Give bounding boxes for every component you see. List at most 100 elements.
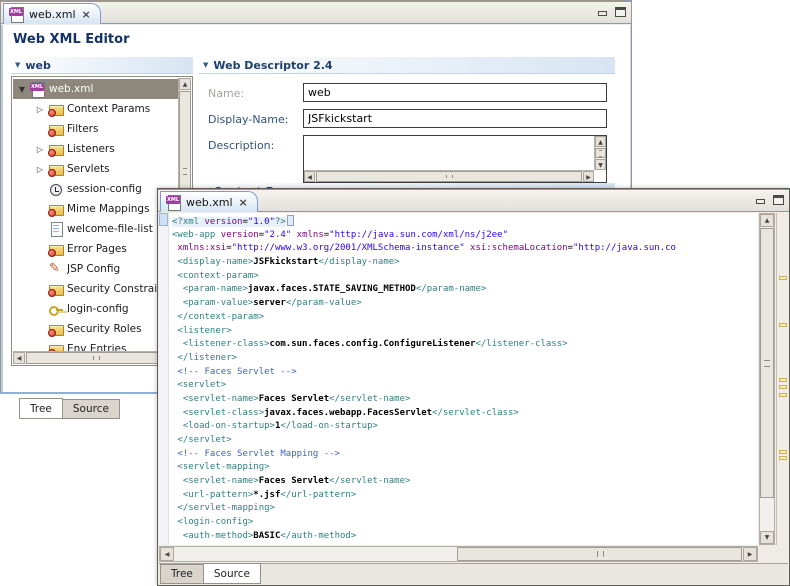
code-line[interactable]: </servlet-mapping> [172, 502, 758, 516]
code-line[interactable]: <?xml version="1.0"?> [172, 215, 758, 229]
collapsed-expander-icon[interactable]: ▷ [35, 145, 45, 154]
code-line[interactable]: xmlns:xsi="http://www.w3.org/2001/XMLSch… [172, 242, 758, 256]
tree-item-session-config[interactable]: session-config [13, 179, 178, 199]
collapsed-expander-icon[interactable]: ▷ [35, 105, 45, 114]
tree-item-label: web.xml [49, 83, 93, 95]
code-line[interactable]: <servlet-mapping> [172, 461, 758, 475]
code-line[interactable]: <param-name>javax.faces.STATE_SAVING_MET… [172, 283, 758, 297]
tree-item-filters[interactable]: Filters [13, 119, 178, 139]
code-line[interactable]: <listener> [172, 325, 758, 339]
scroll-up-icon[interactable] [179, 78, 191, 90]
code-line[interactable]: <servlet> [172, 379, 758, 393]
annotation-mark[interactable] [779, 456, 787, 460]
code-line[interactable]: <!-- Faces Servlet Mapping --> [172, 448, 758, 462]
tab-tree[interactable]: Tree [160, 564, 204, 584]
tree-item-login-config[interactable]: login-config [13, 299, 178, 319]
close-tab-icon[interactable]: × [82, 8, 91, 21]
description-vertical-scrollbar[interactable] [594, 136, 606, 170]
tree-item-welcome-file-list[interactable]: welcome-file-list [13, 219, 178, 239]
tab-source[interactable]: Source [62, 399, 120, 419]
folder-icon [48, 242, 64, 257]
close-tab-icon[interactable]: × [239, 196, 248, 209]
tree-item-listeners[interactable]: ▷ Listeners [13, 139, 178, 159]
collapsed-expander-icon[interactable]: ▷ [35, 165, 45, 174]
tree-horizontal-scrollbar[interactable] [13, 351, 178, 364]
scrollbar-thumb[interactable] [760, 228, 774, 498]
scrollbar-thumb[interactable] [26, 352, 166, 364]
tree-item-security-constraints[interactable]: Security Constraints [13, 279, 178, 299]
scroll-down-icon[interactable] [760, 531, 774, 544]
tree-item-label: Env Entries [67, 343, 126, 351]
annotation-mark[interactable] [779, 450, 787, 454]
tree-section-header[interactable]: web [11, 57, 193, 74]
description-horizontal-scrollbar[interactable] [304, 170, 594, 182]
description-field[interactable] [303, 135, 607, 183]
code-line[interactable]: <!-- Faces Servlet --> [172, 366, 758, 380]
display-name-field[interactable] [303, 109, 607, 128]
tree-item-jsp-config[interactable]: JSP Config [13, 259, 178, 279]
section-twistie-icon[interactable] [203, 61, 208, 69]
editor-horizontal-scrollbar[interactable] [159, 546, 758, 562]
annotation-mark[interactable] [779, 378, 787, 382]
scroll-up-icon[interactable] [760, 214, 774, 227]
scroll-down-icon[interactable] [595, 159, 606, 170]
annotation-mark[interactable] [779, 276, 787, 280]
tree-item-label: Filters [67, 123, 98, 135]
annotation-mark[interactable] [779, 323, 787, 327]
tree-item-mime-mappings[interactable]: Mime Mappings [13, 199, 178, 219]
minimize-icon[interactable] [597, 7, 608, 17]
folder-icon [48, 122, 64, 137]
cursor-box [287, 215, 294, 226]
tree-item-servlets[interactable]: ▷Servlets [13, 159, 178, 179]
section-twistie-icon[interactable] [15, 61, 20, 69]
annotation-mark[interactable] [779, 393, 787, 397]
code-line[interactable]: <listener-class>com.sun.faces.config.Con… [172, 338, 758, 352]
scroll-left-icon[interactable] [13, 352, 25, 364]
tree-item-security-roles[interactable]: Security Roles [13, 319, 178, 339]
editor-tab-web-xml[interactable]: web.xml × [3, 3, 101, 24]
scroll-left-icon[interactable] [304, 171, 315, 182]
folder-icon [48, 202, 64, 217]
code-line[interactable]: <servlet-name>Faces Servlet</servlet-nam… [172, 393, 758, 407]
scrollbar-thumb[interactable] [457, 547, 742, 561]
minimize-icon[interactable] [755, 195, 766, 205]
code-line[interactable]: <web-app version="2.4" xmlns="http://jav… [172, 229, 758, 243]
maximize-icon[interactable] [615, 7, 626, 17]
tree-item-context-params[interactable]: ▷Context Params [13, 99, 178, 119]
code-line[interactable]: </listener> [172, 352, 758, 366]
code-line[interactable]: <load-on-startup>1</load-on-startup> [172, 420, 758, 434]
tree-item-error-pages[interactable]: Error Pages [13, 239, 178, 259]
scrollbar-thumb[interactable] [316, 171, 582, 182]
web-descriptor-header[interactable]: Web Descriptor 2.4 [199, 57, 615, 74]
code-line[interactable]: <context-param> [172, 270, 758, 284]
tree-item-web-xml[interactable]: ▼ web.xml [13, 79, 178, 99]
scrollbar-thumb[interactable] [595, 148, 606, 158]
expanded-expander-icon[interactable]: ▼ [17, 85, 27, 94]
code-line[interactable]: <display-name>JSFkickstart</display-name… [172, 256, 758, 270]
code-line[interactable]: <servlet-class>javax.faces.webapp.FacesS… [172, 407, 758, 421]
code-line[interactable]: </login-config> [172, 544, 758, 546]
tree-item-label: Listeners [67, 143, 115, 155]
code-line[interactable]: <servlet-name>Faces Servlet</servlet-nam… [172, 475, 758, 489]
code-line[interactable]: </context-param> [172, 311, 758, 325]
maximize-icon[interactable] [773, 195, 784, 205]
editor-tabbar: web.xml × [158, 189, 789, 212]
code-line[interactable]: <param-value>server</param-value> [172, 297, 758, 311]
name-field[interactable] [303, 83, 607, 102]
annotation-mark[interactable] [779, 385, 787, 389]
code-line[interactable]: <url-pattern>*.jsf</url-pattern> [172, 489, 758, 503]
xml-source-editor[interactable]: <?xml version="1.0"?><web-app version="2… [159, 213, 758, 545]
editor-vertical-scrollbar[interactable] [759, 213, 775, 545]
tab-tree[interactable]: Tree [19, 398, 63, 419]
code-line[interactable]: </servlet> [172, 434, 758, 448]
scroll-up-icon[interactable] [595, 136, 606, 147]
scroll-left-icon[interactable] [160, 547, 174, 561]
tab-source[interactable]: Source [203, 563, 261, 584]
scroll-right-icon[interactable] [583, 171, 594, 182]
editor-tab-web-xml[interactable]: web.xml × [160, 191, 258, 212]
code-line[interactable]: <auth-method>BASIC</auth-method> [172, 530, 758, 544]
tree-item-env-entries[interactable]: Env Entries [13, 339, 178, 351]
xml-file-icon [9, 7, 25, 22]
code-line[interactable]: <login-config> [172, 516, 758, 530]
scroll-right-icon[interactable] [743, 547, 757, 561]
